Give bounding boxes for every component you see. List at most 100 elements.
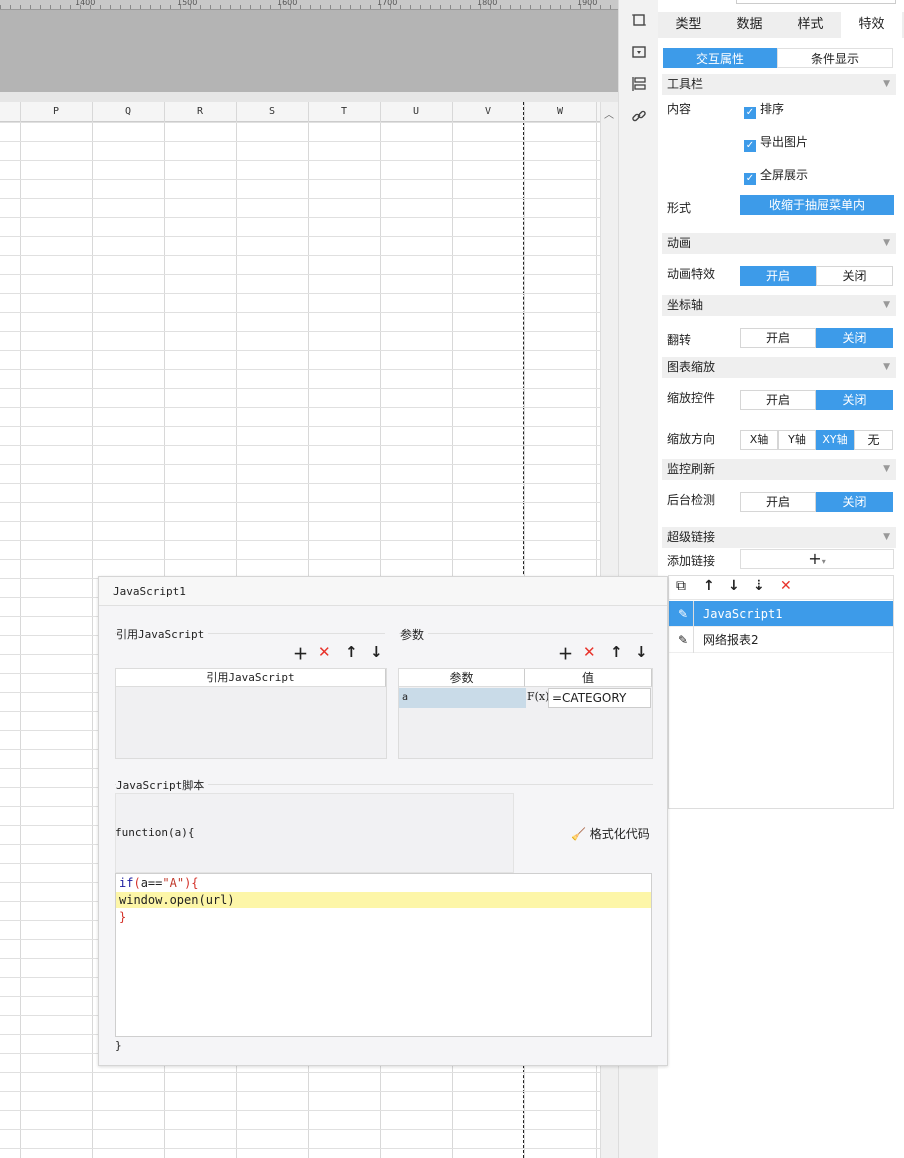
resize-icon[interactable] [629,12,649,32]
animation-on-button[interactable]: 开启 [740,266,816,286]
section-hyperlink[interactable]: 超级链接 ▼ [662,527,896,548]
tab-data[interactable]: 数据 [719,12,780,38]
code-editor[interactable]: if(a=="A"){ window.open(url) } [115,873,652,1037]
grid-row-line [0,445,600,446]
move-up-icon[interactable]: ↑ [345,643,358,661]
collapse-arrow-icon[interactable]: ▼ [883,74,890,95]
subtab-interaction[interactable]: 交互属性 [663,48,777,68]
grid-row-line [0,502,600,503]
zoom-control-off-button[interactable]: 关闭 [816,390,893,410]
tab-type[interactable]: 类型 [658,12,719,38]
checkbox-checked-icon: ✓ [744,140,756,152]
format-code-button[interactable]: 🧹 格式化代码 [571,825,650,842]
edit-pencil-icon[interactable]: ✎ [675,601,691,627]
grid-row-line [0,1110,600,1111]
flip-off-button[interactable]: 关闭 [816,328,893,348]
section-monitor-refresh[interactable]: 监控刷新 ▼ [662,459,896,480]
top-input-field[interactable] [736,0,896,4]
link-icon[interactable] [629,108,649,128]
scroll-up-icon[interactable]: ︿ [604,106,614,121]
zoom-xy-button[interactable]: XY轴 [816,430,854,450]
checkbox-checked-icon: ✓ [744,173,756,185]
add-link-button[interactable]: +▾ [740,549,894,569]
param-name-cell[interactable]: a [399,688,526,708]
sort-down-icon[interactable]: ⇣ [753,578,765,594]
zoom-control-on-button[interactable]: 开启 [740,390,816,410]
ruler-tick [240,5,241,9]
collapse-arrow-icon[interactable]: ▼ [883,527,890,548]
collapse-arrow-icon[interactable]: ▼ [883,233,890,254]
params-table[interactable]: 参数 值 [398,668,653,759]
copy-icon[interactable]: ⧉ [676,578,686,594]
ruler-tick [310,5,311,9]
delete-icon[interactable]: ✕ [318,643,331,661]
param-move-down-icon[interactable]: ↓ [635,643,648,661]
function-closing-brace: } [115,1039,122,1052]
column-header-t[interactable]: T [308,102,380,122]
collapse-arrow-icon[interactable]: ▼ [883,357,890,378]
layout-icon[interactable] [629,76,649,96]
hyperlink-item-label: 网络报表2 [703,633,759,647]
delete-param-icon[interactable]: ✕ [583,643,596,661]
dropdown-icon[interactable] [629,44,649,64]
fullscreen-checkbox[interactable]: ✓ 全屏展示 [744,166,808,185]
collapse-arrow-icon[interactable]: ▼ [883,295,890,316]
tab-style[interactable]: 样式 [780,12,841,38]
zoom-x-button[interactable]: X轴 [740,430,778,450]
script-group-title: JavaScript脚本 [116,777,209,793]
hyperlink-item-web-report[interactable]: ✎ 网络报表2 [669,627,893,653]
checkbox-label: 全屏展示 [760,168,809,182]
ruler-label: 1700 [377,0,398,7]
delete-icon[interactable]: ✕ [780,578,792,594]
section-animation[interactable]: 动画 ▼ [662,233,896,254]
section-chart-zoom[interactable]: 图表缩放 ▼ [662,357,896,378]
background-check-on-button[interactable]: 开启 [740,492,816,512]
column-header-u[interactable]: U [380,102,452,122]
column-header-p[interactable]: P [20,102,92,122]
ruler-tick [140,5,141,9]
ruler-tick [470,5,471,9]
flip-on-button[interactable]: 开启 [740,328,816,348]
background-check-off-button[interactable]: 关闭 [816,492,893,512]
horizontal-scroll-strip[interactable] [0,92,618,102]
hyperlink-item-javascript1[interactable]: ✎ JavaScript1 [669,601,893,627]
param-value-header: 值 [525,669,652,687]
ruler-tick [510,5,511,9]
formula-button[interactable]: F(x) [527,688,549,708]
grid-row-line [0,388,600,389]
export-image-checkbox[interactable]: ✓ 导出图片 [744,133,808,152]
column-header-v[interactable]: V [452,102,524,122]
params-group-title: 参数 [400,626,429,643]
subtab-condition-display[interactable]: 条件显示 [777,48,893,68]
grid-row-line [0,236,600,237]
add-icon[interactable]: ＋ [293,643,308,664]
section-toolbar[interactable]: 工具栏 ▼ [662,74,896,95]
section-axis[interactable]: 坐标轴 ▼ [662,295,896,316]
column-header-q[interactable]: Q [92,102,164,122]
move-up-icon[interactable]: ↑ [703,578,715,594]
section-title: 超级链接 [667,530,716,544]
collapse-arrow-icon[interactable]: ▼ [883,459,890,480]
tab-effects[interactable]: 特效 [841,12,902,38]
column-header-w[interactable]: W [524,102,596,122]
zoom-direction-label: 缩放方向 [667,432,716,446]
add-link-label: 添加链接 [667,554,716,568]
form-select[interactable]: 收缩于抽屉菜单内 [740,195,894,215]
ref-javascript-table[interactable]: 引用JavaScript [115,668,387,759]
param-value-input[interactable]: =CATEGORY [548,688,651,708]
edit-pencil-icon[interactable]: ✎ [675,627,691,653]
add-param-icon[interactable]: ＋ [558,643,573,664]
function-signature: function(a){ [115,826,195,839]
sort-checkbox[interactable]: ✓ 排序 [744,100,784,119]
flip-label: 翻转 [667,333,692,347]
param-move-up-icon[interactable]: ↑ [610,643,623,661]
zoom-y-button[interactable]: Y轴 [778,430,816,450]
ruler-tick [270,5,271,9]
ruler-tick [460,5,461,9]
animation-off-button[interactable]: 关闭 [816,266,893,286]
zoom-none-button[interactable]: 无 [854,430,893,450]
column-header-r[interactable]: R [164,102,236,122]
move-down-icon[interactable]: ↓ [728,578,740,594]
column-header-s[interactable]: S [236,102,308,122]
move-down-icon[interactable]: ↓ [370,643,383,661]
